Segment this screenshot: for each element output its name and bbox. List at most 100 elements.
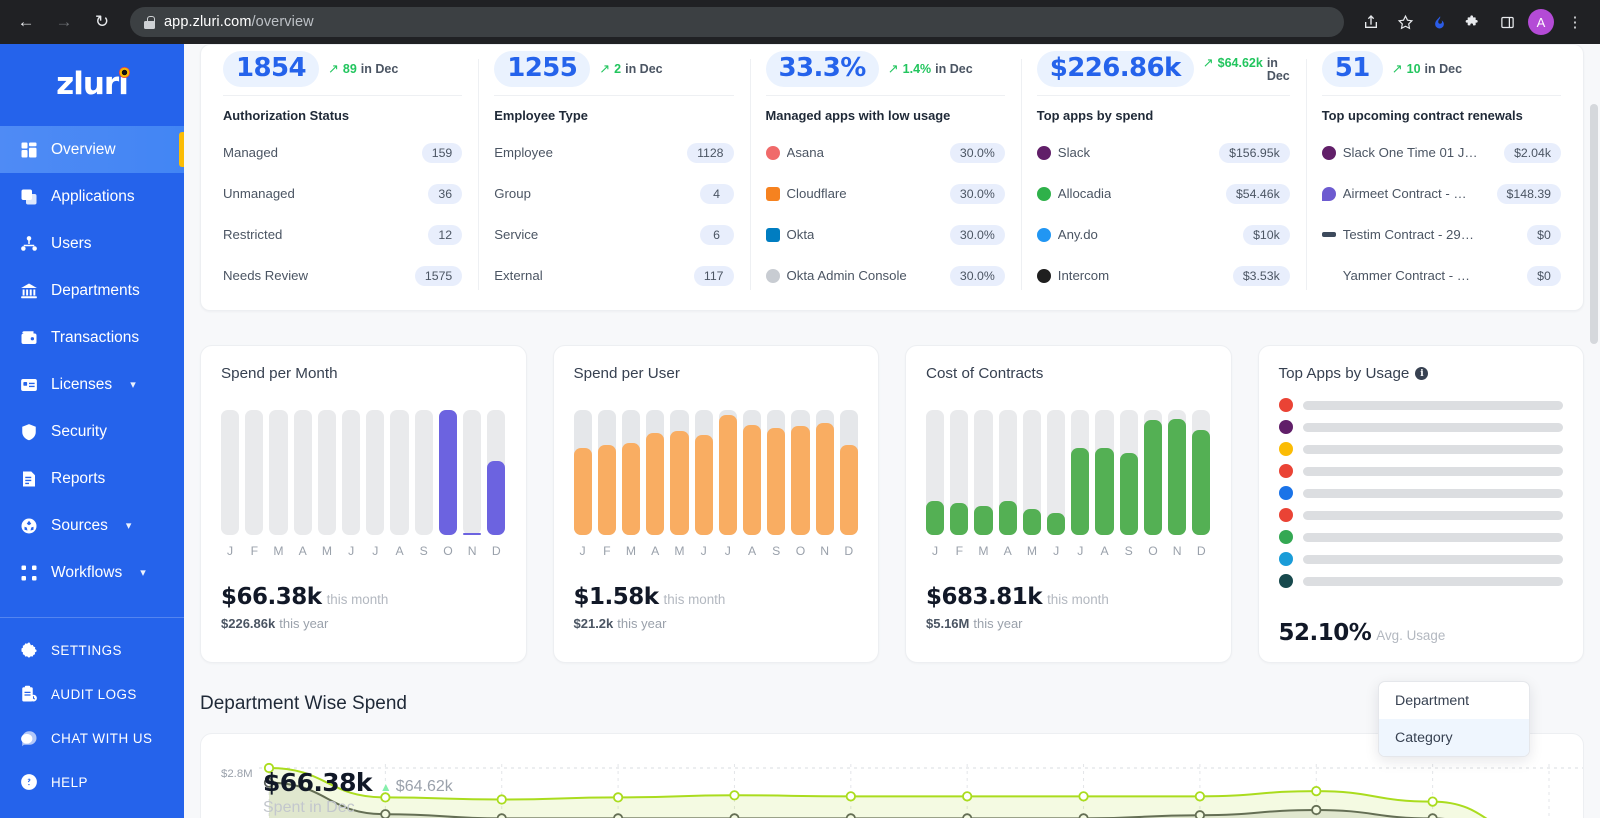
star-icon[interactable]	[1390, 7, 1420, 37]
sidebar-item-settings[interactable]: SETTINGS	[0, 628, 184, 672]
stat-row[interactable]: Group 4	[494, 173, 734, 214]
stat-row[interactable]: Cloudflare 30.0%	[765, 173, 1005, 214]
bar-column[interactable]	[926, 410, 945, 535]
bar-column[interactable]	[1119, 410, 1138, 535]
bar-track	[293, 410, 312, 535]
chevron-down-icon[interactable]: ▾	[126, 519, 132, 532]
usage-row[interactable]	[1278, 462, 1563, 480]
sidebar-item-users[interactable]: Users	[0, 220, 184, 267]
stat-row[interactable]: Airmeet Contract - … $148.39	[1321, 173, 1561, 214]
logo[interactable]: zluri	[0, 44, 184, 124]
bar-column[interactable]	[342, 410, 361, 535]
flame-extension-icon[interactable]	[1424, 7, 1454, 37]
sidebar-item-applications[interactable]: Applications	[0, 173, 184, 220]
bar-column[interactable]	[317, 410, 337, 535]
stat-row[interactable]: Service 6	[494, 214, 734, 255]
bar-column[interactable]	[998, 410, 1017, 535]
bar-column[interactable]	[597, 410, 616, 535]
bar-column[interactable]	[438, 410, 458, 535]
bar-column[interactable]	[1071, 410, 1090, 535]
stat-row[interactable]: Yammer Contract - … $0	[1322, 255, 1561, 296]
bar-column[interactable]	[694, 410, 713, 535]
stat-row[interactable]: External 117	[494, 255, 734, 296]
sidebar-item-transactions[interactable]: Transactions	[0, 314, 184, 361]
bar-column[interactable]	[1143, 410, 1163, 535]
address-bar[interactable]: app.zluri.com/overview	[130, 7, 1344, 37]
stat-row[interactable]: Asana 30.0%	[765, 132, 1005, 173]
bar-column[interactable]	[1022, 410, 1042, 535]
usage-row[interactable]	[1278, 506, 1563, 524]
stat-row[interactable]: Testim Contract - 29… $0	[1321, 214, 1561, 255]
stat-row[interactable]: Okta Admin Console 30.0%	[765, 255, 1005, 296]
sidebar-item-licenses[interactable]: Licenses ▾	[0, 361, 184, 408]
bar-column[interactable]	[767, 410, 786, 535]
sidebar-item-departments[interactable]: Departments	[0, 267, 184, 314]
bar-column[interactable]	[293, 410, 312, 535]
bar-column[interactable]	[573, 410, 592, 535]
info-icon[interactable]: i	[1415, 367, 1429, 380]
chevron-down-icon[interactable]: ▾	[130, 378, 136, 391]
sidebar-item-workflows[interactable]: Workflows ▾	[0, 549, 184, 596]
sidebar-item-overview[interactable]: Overview	[0, 126, 184, 173]
grouping-dropdown-menu[interactable]: Department Category	[1378, 681, 1530, 757]
bar-column[interactable]	[366, 410, 385, 535]
stat-row[interactable]: Any.do $10k	[1036, 214, 1290, 255]
bar-column[interactable]	[414, 410, 433, 535]
stat-row[interactable]: Intercom $3.53k	[1036, 255, 1290, 296]
puzzle-extension-icon[interactable]	[1458, 7, 1488, 37]
sidebar-item-help[interactable]: HELP	[0, 760, 184, 804]
bar-column[interactable]	[950, 410, 969, 535]
bar-column[interactable]	[646, 410, 665, 535]
bar-column[interactable]	[1192, 410, 1211, 535]
sidebar-item-sources[interactable]: Sources ▾	[0, 502, 184, 549]
stat-row[interactable]: Okta 30.0%	[765, 214, 1005, 255]
usage-row[interactable]	[1278, 550, 1563, 568]
usage-row[interactable]	[1278, 484, 1563, 502]
bar-column[interactable]	[487, 410, 506, 535]
kebab-menu-icon[interactable]: ⋮	[1560, 7, 1590, 37]
usage-row[interactable]	[1278, 440, 1563, 458]
sidebar-item-security[interactable]: Security	[0, 408, 184, 455]
stat-row[interactable]: Unmanaged 36	[223, 173, 463, 214]
bar-column[interactable]	[463, 410, 482, 535]
reload-icon[interactable]: ↻	[86, 6, 118, 38]
bar-column[interactable]	[269, 410, 288, 535]
bar-column[interactable]	[742, 410, 762, 535]
forward-arrow-icon[interactable]: →	[48, 6, 80, 38]
chevron-down-icon[interactable]: ▾	[140, 566, 146, 579]
avatar[interactable]: A	[1526, 7, 1556, 37]
stat-row[interactable]: Needs Review 1575	[223, 255, 463, 296]
stat-row[interactable]: Restricted 12	[223, 214, 463, 255]
bar-column[interactable]	[245, 410, 264, 535]
usage-row[interactable]	[1278, 572, 1563, 590]
bar-column[interactable]	[670, 410, 689, 535]
usage-row[interactable]	[1278, 528, 1563, 546]
sidebar-item-chat-with-us[interactable]: CHAT WITH US	[0, 716, 184, 760]
dropdown-item-department[interactable]: Department	[1379, 682, 1529, 719]
bar-column[interactable]	[839, 410, 858, 535]
usage-row[interactable]	[1278, 396, 1563, 414]
bar-column[interactable]	[221, 410, 240, 535]
bar-column[interactable]	[1047, 410, 1066, 535]
bar-column[interactable]	[1095, 410, 1114, 535]
dropdown-item-category[interactable]: Category	[1379, 719, 1529, 756]
bar-column[interactable]	[974, 410, 993, 535]
sidebar-item-reports[interactable]: Reports	[0, 455, 184, 502]
bar-column[interactable]	[621, 410, 641, 535]
sidebar-item-audit-logs[interactable]: AUDIT LOGS	[0, 672, 184, 716]
stat-row[interactable]: Slack One Time 01 J… $2.04k	[1321, 132, 1561, 173]
stat-row[interactable]: Managed 159	[223, 132, 463, 173]
bar-column[interactable]	[390, 410, 409, 535]
stat-row[interactable]: Employee 1128	[494, 132, 734, 173]
back-arrow-icon[interactable]: ←	[10, 6, 42, 38]
share-icon[interactable]	[1356, 7, 1386, 37]
bar-column[interactable]	[1168, 410, 1187, 535]
bar-column[interactable]	[718, 410, 737, 535]
page-scrollbar[interactable]	[1590, 104, 1598, 344]
usage-row[interactable]	[1278, 418, 1563, 436]
side-panel-icon[interactable]	[1492, 7, 1522, 37]
stat-row[interactable]: Allocadia $54.46k	[1036, 173, 1290, 214]
bar-column[interactable]	[791, 410, 810, 535]
stat-row[interactable]: Slack $156.95k	[1036, 132, 1290, 173]
bar-column[interactable]	[815, 410, 834, 535]
